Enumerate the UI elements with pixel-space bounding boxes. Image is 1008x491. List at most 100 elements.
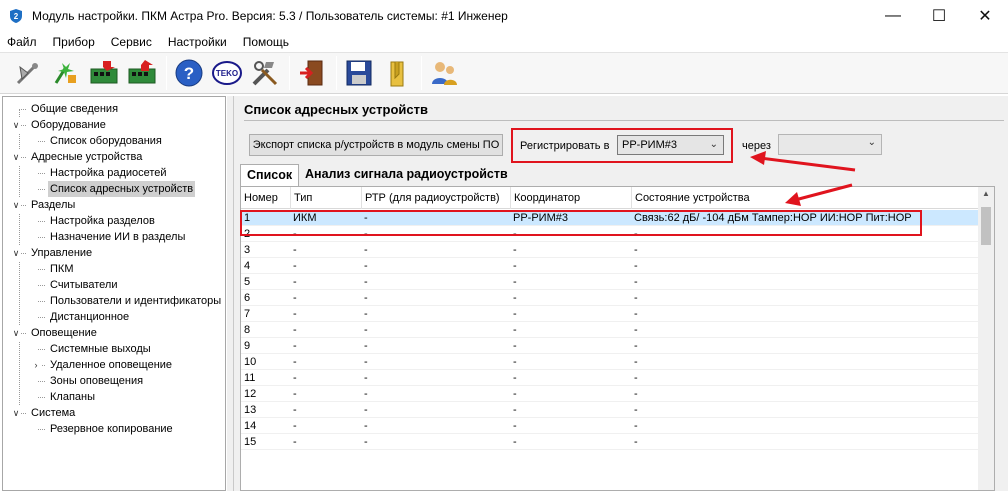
chevron-down-icon: ⌄	[709, 139, 718, 150]
export-list-button[interactable]: Экспорт списка р/устройств в модуль смен…	[249, 134, 503, 156]
table-cell: -	[634, 388, 638, 400]
register-label: Регистрировать в	[520, 140, 610, 152]
main-panel: Список адресных устройств Экспорт списка…	[233, 96, 1008, 491]
collapse-toggle-icon[interactable]: ›	[31, 357, 41, 373]
table-row[interactable]: 3 - - - -	[241, 242, 981, 258]
via-label: через	[742, 140, 771, 152]
scrollbar-thumb[interactable]	[981, 207, 991, 245]
table-row[interactable]: 15 - - - -	[241, 434, 981, 450]
expand-toggle-icon[interactable]: ∨	[11, 117, 21, 133]
exit-button[interactable]	[296, 57, 328, 89]
table-cell: -	[513, 324, 517, 336]
users-button[interactable]	[428, 57, 460, 89]
table-row[interactable]: 4 - - - -	[241, 258, 981, 274]
menu-help[interactable]: Помощь	[242, 35, 290, 49]
tree-item[interactable]: Система	[29, 405, 77, 421]
expand-toggle-icon[interactable]: ∨	[11, 149, 21, 165]
save-button[interactable]	[343, 57, 375, 89]
tree-item[interactable]: ПКМ	[48, 261, 75, 277]
scroll-up-icon[interactable]: ▲	[978, 189, 994, 203]
table-cell: -	[364, 356, 368, 368]
tree-item[interactable]: Адресные устройства	[29, 149, 144, 165]
via-select[interactable]: ⌄	[778, 134, 882, 155]
tree-item[interactable]: Оповещение	[29, 325, 99, 341]
page-title: Список адресных устройств	[244, 102, 428, 117]
close-button[interactable]: ✕	[962, 0, 1008, 32]
maximize-button[interactable]: ☐	[916, 0, 962, 32]
table-row[interactable]: 11 - - - -	[241, 370, 981, 386]
title-bar: 2 Модуль настройки. ПКМ Астра Pro. Верси…	[0, 0, 1008, 32]
column-header-state[interactable]: Состояние устройства	[631, 187, 981, 209]
tree-item[interactable]: Дистанционное	[48, 309, 131, 325]
wizard-icon	[54, 63, 76, 84]
tree-item[interactable]: Пользователи и идентификаторы	[48, 293, 223, 309]
table-cell: -	[513, 436, 517, 448]
table-cell: -	[364, 276, 368, 288]
menu-device[interactable]: Прибор	[52, 35, 96, 49]
table-scrollbar[interactable]: ▲	[978, 187, 994, 490]
expand-toggle-icon[interactable]: ∨	[11, 405, 21, 421]
tree-item[interactable]: Удаленное оповещение	[48, 357, 174, 373]
table-row[interactable]: 14 - - - -	[241, 418, 981, 434]
wizard-button[interactable]	[50, 57, 82, 89]
table-cell: 6	[244, 292, 251, 304]
table-row[interactable]: 9 - - - -	[241, 338, 981, 354]
tree-item[interactable]: Разделы	[29, 197, 77, 213]
table-cell: -	[364, 340, 368, 352]
tree-connector	[38, 317, 45, 318]
table-cell: 12	[244, 388, 257, 400]
tree-item[interactable]: Управление	[29, 245, 94, 261]
help-button[interactable]: ?	[173, 57, 205, 89]
write-device-button[interactable]	[126, 57, 158, 89]
tree-item[interactable]: Настройка радиосетей	[48, 165, 169, 181]
tree-item[interactable]: Общие сведения	[29, 101, 120, 117]
tree-item[interactable]: Оборудование	[29, 117, 108, 133]
tree-item[interactable]: Клапаны	[48, 389, 97, 405]
column-header-rtr[interactable]: РТР (для радиоустройств)	[361, 187, 509, 209]
table-row[interactable]: 5 - - - -	[241, 274, 981, 290]
table-row[interactable]: 13 - - - -	[241, 402, 981, 418]
column-header-number[interactable]: Номер	[241, 187, 287, 209]
tree-connector	[38, 173, 45, 174]
register-select[interactable]: РР-РИМ#3 ⌄	[617, 135, 724, 155]
tab-list[interactable]: Список	[240, 164, 299, 186]
table-row[interactable]: 8 - - - -	[241, 322, 981, 338]
teko-button[interactable]: TEKO	[211, 57, 243, 89]
tools-button[interactable]	[249, 57, 281, 89]
tab-signal-analysis[interactable]: Анализ сигнала радиоустройств	[299, 164, 524, 186]
column-header-coordinator[interactable]: Координатор	[510, 187, 630, 209]
close-icon: ✕	[978, 8, 992, 25]
table-cell: -	[364, 388, 368, 400]
satellite-button[interactable]	[12, 57, 44, 89]
expand-toggle-icon[interactable]: ∨	[11, 325, 21, 341]
menu-settings[interactable]: Настройки	[167, 35, 228, 49]
toolbar-separator	[336, 56, 337, 90]
tree-item[interactable]: Настройка разделов	[48, 213, 157, 229]
tree-item[interactable]: Список оборудования	[48, 133, 164, 149]
expand-toggle-icon[interactable]: ∨	[11, 197, 21, 213]
write-device-icon	[128, 60, 156, 84]
open-button[interactable]	[381, 57, 413, 89]
column-header-type[interactable]: Тип	[290, 187, 360, 209]
tree-item[interactable]: Системные выходы	[48, 341, 153, 357]
table-row[interactable]: 6 - - - -	[241, 290, 981, 306]
menu-service[interactable]: Сервис	[110, 35, 153, 49]
expand-toggle-icon[interactable]: ∨	[11, 245, 21, 261]
table-row[interactable]: 10 - - - -	[241, 354, 981, 370]
tree-item[interactable]: Список адресных устройств	[48, 181, 196, 197]
minimize-button[interactable]: —	[870, 0, 916, 32]
tree-connector	[38, 285, 45, 286]
tree-connector	[38, 381, 45, 382]
tree-item[interactable]: Считыватели	[48, 277, 119, 293]
menu-file[interactable]: Файл	[6, 35, 38, 49]
table-cell: -	[293, 260, 297, 272]
table-row[interactable]: 7 - - - -	[241, 306, 981, 322]
read-device-button[interactable]	[88, 57, 120, 89]
tree-item[interactable]: Зоны оповещения	[48, 373, 145, 389]
table-cell: -	[513, 340, 517, 352]
table-cell: -	[293, 436, 297, 448]
table-cell: -	[634, 308, 638, 320]
tree-item[interactable]: Резервное копирование	[48, 421, 175, 437]
tree-item[interactable]: Назначение ИИ в разделы	[48, 229, 187, 245]
table-row[interactable]: 12 - - - -	[241, 386, 981, 402]
